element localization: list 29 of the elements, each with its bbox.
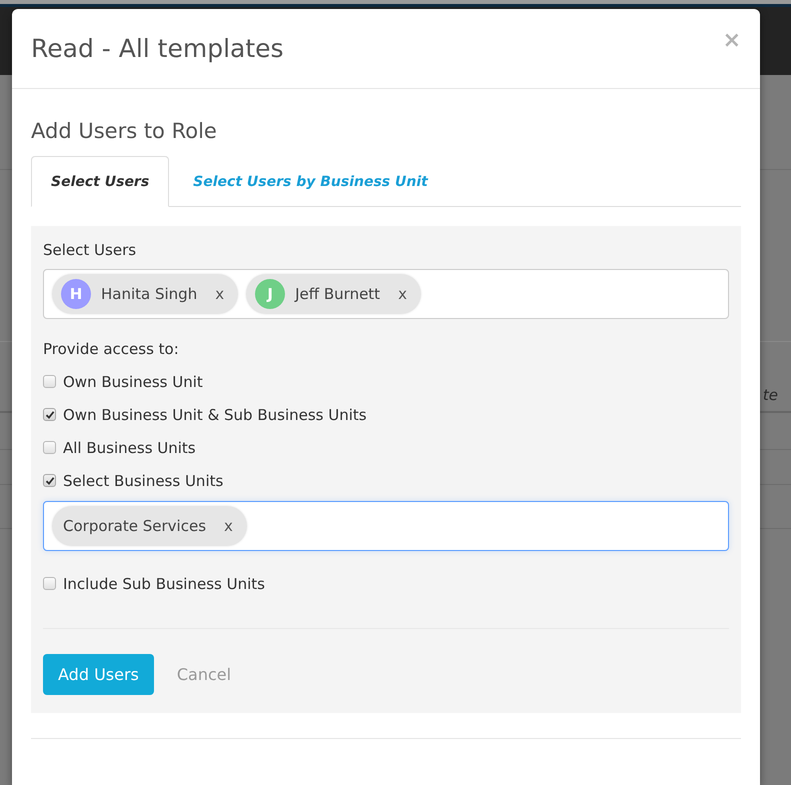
table-header-text: te (762, 385, 778, 405)
checkbox-label: All Business Units (63, 438, 196, 456)
user-avatar: H (61, 279, 91, 309)
checkbox-label: Include Sub Business Units (63, 574, 265, 592)
user-avatar: J (255, 279, 286, 309)
remove-button[interactable]: x (215, 285, 224, 303)
checkbox-label: Own Business Unit (63, 372, 203, 390)
checkbox[interactable] (43, 474, 56, 487)
chip-label: Corporate Services (63, 517, 206, 535)
business-unit-field[interactable]: Corporate Services x (43, 501, 729, 551)
checkbox-label: Own Business Unit & Sub Business Units (63, 406, 367, 424)
checkmark-icon (44, 476, 54, 486)
checkmark-icon (44, 410, 54, 420)
tab[interactable]: Select Users (31, 156, 170, 207)
checkbox[interactable] (43, 577, 56, 590)
dialog-title: Read - All templates (31, 32, 284, 64)
checkbox-label: Select Business Units (63, 472, 224, 490)
remove-button[interactable]: x (398, 285, 407, 303)
checkbox[interactable] (43, 408, 56, 421)
section-title: Add Users to Role (31, 118, 218, 145)
field-label: Select Users (43, 240, 138, 260)
chip-label: Hanita Singh (101, 285, 198, 303)
user-select-field[interactable]: H Hanita Singh x J Jeff Burnett x (43, 269, 729, 319)
tab[interactable]: Select Users by Business Unit (173, 156, 448, 207)
remove-button[interactable]: x (224, 517, 233, 535)
chip-label: Jeff Burnett (295, 285, 380, 303)
field-label: Provide access to: (43, 339, 180, 359)
checkbox[interactable] (43, 441, 56, 454)
checkbox[interactable] (43, 375, 56, 388)
